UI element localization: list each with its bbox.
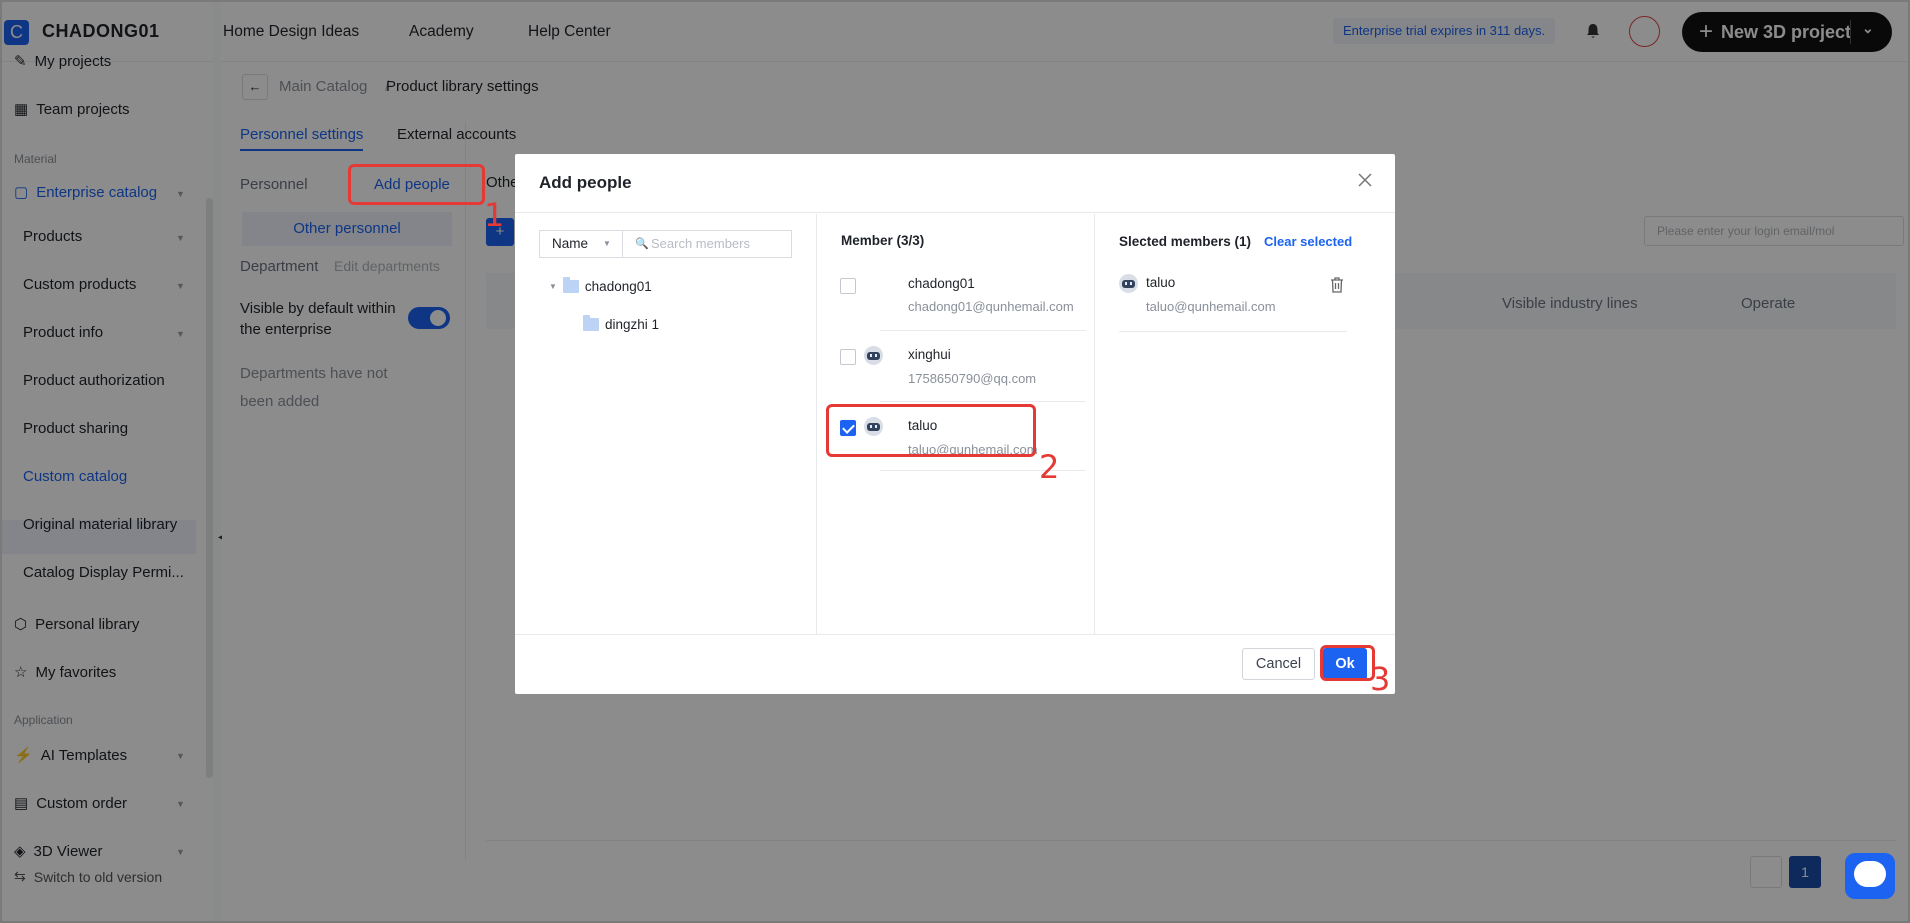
tree-node-dingzhi[interactable]: dingzhi 1: [583, 315, 660, 332]
tree-node-label: chadong01: [584, 279, 652, 294]
search-placeholder: Search members: [651, 236, 750, 251]
column-divider: [816, 214, 817, 634]
trash-icon[interactable]: [1330, 277, 1344, 293]
row-divider: [1119, 331, 1347, 332]
dropdown-arrow-icon: ▼: [603, 239, 611, 248]
row-divider: [880, 330, 1086, 331]
selected-member-email: taluo@qunhemail.com: [1146, 299, 1276, 314]
member-name: xinghui: [908, 347, 951, 362]
member-count-header: Member (3/3): [841, 233, 925, 248]
annotation-box-2: [826, 404, 1036, 457]
member-checkbox[interactable]: [840, 278, 856, 294]
column-divider: [1094, 214, 1095, 634]
tree-node-label: dingzhi 1: [605, 317, 660, 332]
row-divider: [880, 401, 1086, 402]
member-email: 1758650790@qq.com: [908, 371, 1037, 386]
annotation-number-2: 2: [1039, 448, 1060, 486]
member-name: chadong01: [908, 276, 975, 291]
annotation-number-1: 1: [484, 196, 505, 234]
dialog-title: Add people: [539, 173, 632, 192]
selected-member-name: taluo: [1146, 275, 1176, 290]
member-email: chadong01@qunhemail.com: [908, 299, 1074, 314]
robot-avatar-icon: [864, 346, 883, 365]
dialog-header-divider: [515, 212, 1395, 213]
filter-select[interactable]: Name ▼: [539, 230, 623, 258]
robot-avatar-icon: [1119, 274, 1138, 293]
chat-support-icon[interactable]: [1845, 853, 1895, 899]
member-search-input[interactable]: 🔍 Search members: [622, 230, 792, 258]
member-checkbox[interactable]: [840, 349, 856, 365]
annotation-number-3: 3: [1370, 660, 1391, 698]
search-icon: 🔍: [635, 238, 649, 250]
selected-members-header: Slected members (1): [1119, 234, 1252, 249]
filter-select-value: Name: [552, 236, 589, 251]
clear-selected-link[interactable]: Clear selected: [1264, 234, 1352, 249]
folder-icon: [562, 277, 579, 293]
cancel-button[interactable]: Cancel: [1242, 648, 1315, 680]
dialog-footer-divider: [515, 634, 1395, 635]
tree-node-chadong01[interactable]: ▼ chadong01: [549, 277, 652, 294]
tree-expand-icon[interactable]: ▼: [549, 282, 557, 291]
annotation-box-1: [348, 164, 485, 205]
folder-icon: [583, 315, 599, 331]
close-icon[interactable]: [1355, 170, 1375, 190]
annotation-box-3: [1320, 645, 1375, 681]
